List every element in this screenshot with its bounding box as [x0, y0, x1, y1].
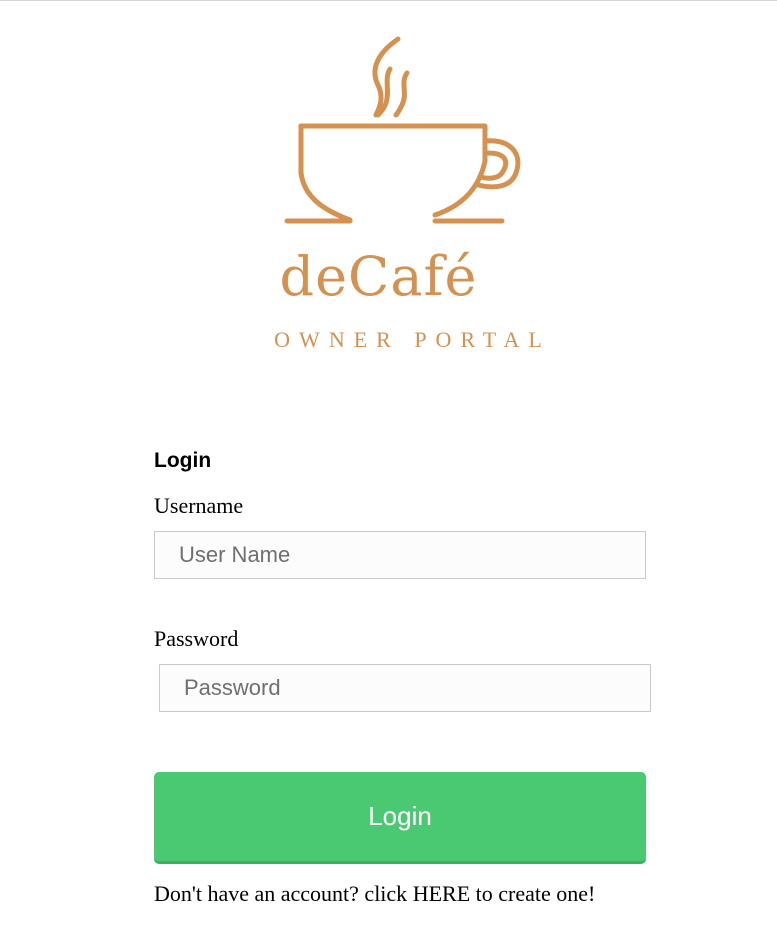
brand-subtitle: OWNER PORTAL: [274, 327, 551, 352]
signup-text-prefix: Don't have an account? click: [154, 881, 413, 906]
logo: deCafé OWNER PORTAL: [0, 1, 777, 381]
password-label: Password: [154, 626, 239, 651]
brand-name: deCafé: [279, 245, 478, 308]
signup-prompt: Don't have an account? click HERE to cre…: [154, 881, 674, 907]
login-button[interactable]: Login: [154, 772, 646, 864]
password-input[interactable]: [159, 664, 651, 712]
username-label: Username: [154, 493, 244, 518]
signup-text-suffix: to create one!: [470, 881, 596, 906]
username-input[interactable]: [154, 531, 646, 579]
coffee-cup-icon: [284, 36, 521, 224]
login-heading: Login: [154, 449, 212, 472]
signup-link[interactable]: HERE: [413, 881, 470, 906]
